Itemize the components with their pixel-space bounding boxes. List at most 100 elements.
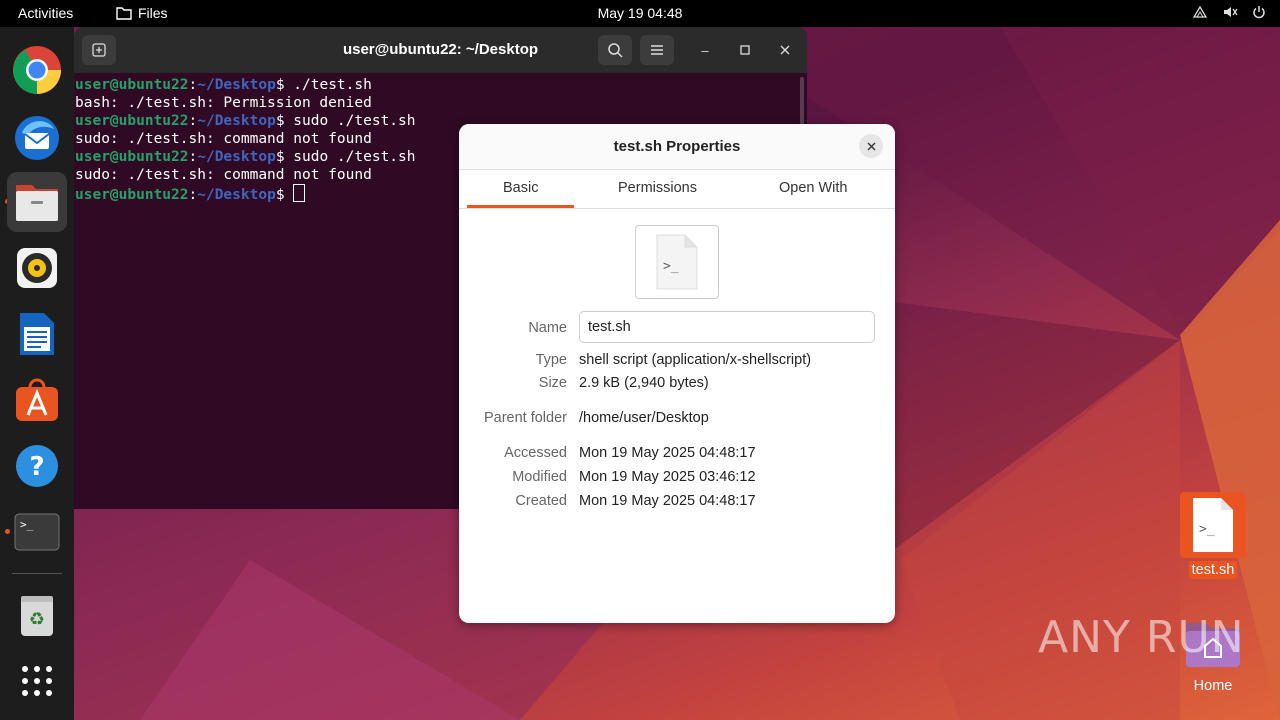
- prompt-path: ~/Desktop: [197, 187, 276, 203]
- created-value: Mon 19 May 2025 04:48:17: [579, 493, 756, 509]
- activities-button[interactable]: Activities: [18, 5, 73, 21]
- prompt-user: user@ubuntu22: [75, 113, 189, 129]
- prompt-separator: :: [188, 113, 198, 129]
- system-tray[interactable]: [1192, 5, 1266, 19]
- prompt-separator: :: [188, 77, 198, 93]
- chrome-icon: [13, 46, 62, 95]
- dock-separator: [12, 573, 62, 574]
- properties-dialog[interactable]: test.sh Properties Basic Permissions Ope…: [459, 124, 895, 623]
- rhythmbox-icon: [17, 248, 57, 288]
- maximize-icon: [740, 45, 750, 55]
- prompt-path: ~/Desktop: [197, 77, 276, 93]
- folder-icon: [116, 7, 132, 20]
- dock-item-libreoffice-writer[interactable]: [7, 304, 67, 364]
- file-glyph: >_: [663, 259, 679, 274]
- modified-label: Modified: [512, 469, 567, 485]
- size-value: 2.9 kB (2,940 bytes): [579, 375, 709, 391]
- tab-basic[interactable]: Basic: [503, 180, 538, 196]
- desktop-icon-label: test.sh: [1188, 561, 1238, 579]
- volume-icon: [1224, 7, 1238, 17]
- app-center-icon: [16, 378, 58, 421]
- command-text: ./test.sh: [293, 77, 372, 93]
- svg-text:>_: >_: [20, 518, 34, 531]
- tab-open-with[interactable]: Open With: [779, 180, 848, 196]
- close-icon: [780, 45, 790, 55]
- top-bar: Activities Files May 19 04:48: [0, 0, 1280, 27]
- prompt-separator: :: [188, 149, 198, 165]
- script-file-icon: >_: [656, 234, 698, 290]
- name-field[interactable]: test.sh: [579, 311, 875, 343]
- accessed-label: Accessed: [504, 445, 567, 461]
- dock-item-show-apps[interactable]: [7, 651, 67, 711]
- terminal-search-button[interactable]: [598, 35, 632, 65]
- dock-item-rhythmbox[interactable]: [7, 238, 67, 298]
- files-icon: [16, 185, 58, 221]
- dock-item-terminal[interactable]: >_: [7, 502, 67, 562]
- network-icon: [1192, 5, 1208, 18]
- show-apps-icon: [22, 666, 52, 696]
- prompt-end: $: [275, 77, 294, 93]
- name-label: Name: [528, 320, 567, 336]
- search-icon: [608, 43, 623, 58]
- prompt-path: ~/Desktop: [197, 149, 276, 165]
- minimize-icon: –: [701, 42, 709, 58]
- terminal-icon: >_: [14, 513, 60, 551]
- prompt-path: ~/Desktop: [197, 113, 276, 129]
- dock: ? >_ ♻: [0, 27, 74, 720]
- maximize-button[interactable]: [734, 39, 756, 61]
- dock-item-trash[interactable]: ♻: [7, 585, 67, 645]
- dialog-title: test.sh Properties: [613, 138, 741, 155]
- dock-item-thunderbird[interactable]: [7, 106, 67, 166]
- svg-text:?: ?: [29, 452, 44, 482]
- dialog-close-button[interactable]: [859, 134, 883, 158]
- libreoffice-writer-icon: [20, 313, 54, 355]
- close-icon: [867, 142, 875, 150]
- watermark: ANY RUN: [1038, 612, 1245, 663]
- svg-text:♻: ♻: [29, 609, 45, 630]
- close-button[interactable]: [774, 39, 796, 61]
- terminal-menu-button[interactable]: [640, 35, 674, 65]
- dock-item-chrome[interactable]: [7, 40, 67, 100]
- terminal-output-line: bash: ./test.sh: Permission denied: [75, 95, 372, 111]
- prompt-end: $: [275, 187, 294, 203]
- minimize-button[interactable]: –: [694, 39, 716, 61]
- app-menu-label: Files: [138, 5, 168, 21]
- type-label: Type: [535, 352, 567, 368]
- power-icon: [1253, 6, 1265, 19]
- prompt-end: $: [275, 149, 294, 165]
- terminal-cursor: [293, 184, 306, 202]
- active-tab-indicator: [467, 205, 574, 208]
- desktop-icon-test-sh[interactable]: >_ test.sh: [1176, 492, 1250, 579]
- prompt-separator: :: [188, 187, 198, 203]
- dock-item-app-center[interactable]: [7, 370, 67, 430]
- svg-text:>_: >_: [1199, 522, 1215, 537]
- type-value: shell script (application/x-shellscript): [579, 352, 812, 368]
- created-label: Created: [515, 493, 567, 509]
- command-text: sudo ./test.sh: [293, 149, 416, 165]
- dialog-headerbar[interactable]: test.sh Properties: [459, 124, 895, 170]
- hamburger-icon: [651, 45, 663, 55]
- dock-item-help[interactable]: ?: [7, 436, 67, 496]
- clock[interactable]: May 19 04:48: [598, 5, 683, 21]
- thunderbird-icon: [15, 116, 59, 160]
- modified-value: Mon 19 May 2025 03:46:12: [579, 469, 756, 485]
- prompt-user: user@ubuntu22: [75, 187, 189, 203]
- accessed-value: Mon 19 May 2025 04:48:17: [579, 445, 756, 461]
- app-menu-button[interactable]: Files: [116, 5, 168, 21]
- help-icon: ?: [16, 445, 58, 487]
- terminal-headerbar[interactable]: user@ubuntu22: ~/Desktop –: [74, 27, 807, 73]
- size-label: Size: [538, 375, 567, 391]
- command-text: sudo ./test.sh: [293, 113, 416, 129]
- trash-icon: ♻: [21, 596, 53, 636]
- prompt-end: $: [275, 113, 294, 129]
- parent-folder-label: Parent folder: [483, 410, 567, 426]
- prompt-user: user@ubuntu22: [75, 149, 189, 165]
- dialog-tabs: Basic Permissions Open With: [459, 170, 895, 209]
- watermark-text: ANY RUN: [1038, 612, 1245, 663]
- dock-item-files[interactable]: [7, 172, 67, 232]
- tab-permissions[interactable]: Permissions: [618, 180, 697, 196]
- terminal-prompt-line: user@ubuntu22:~/Desktop$ ./test.sh: [75, 76, 807, 94]
- file-preview: >_: [635, 225, 719, 299]
- script-file-icon: >_: [1193, 498, 1233, 552]
- parent-folder-value[interactable]: /home/user/Desktop: [579, 410, 709, 426]
